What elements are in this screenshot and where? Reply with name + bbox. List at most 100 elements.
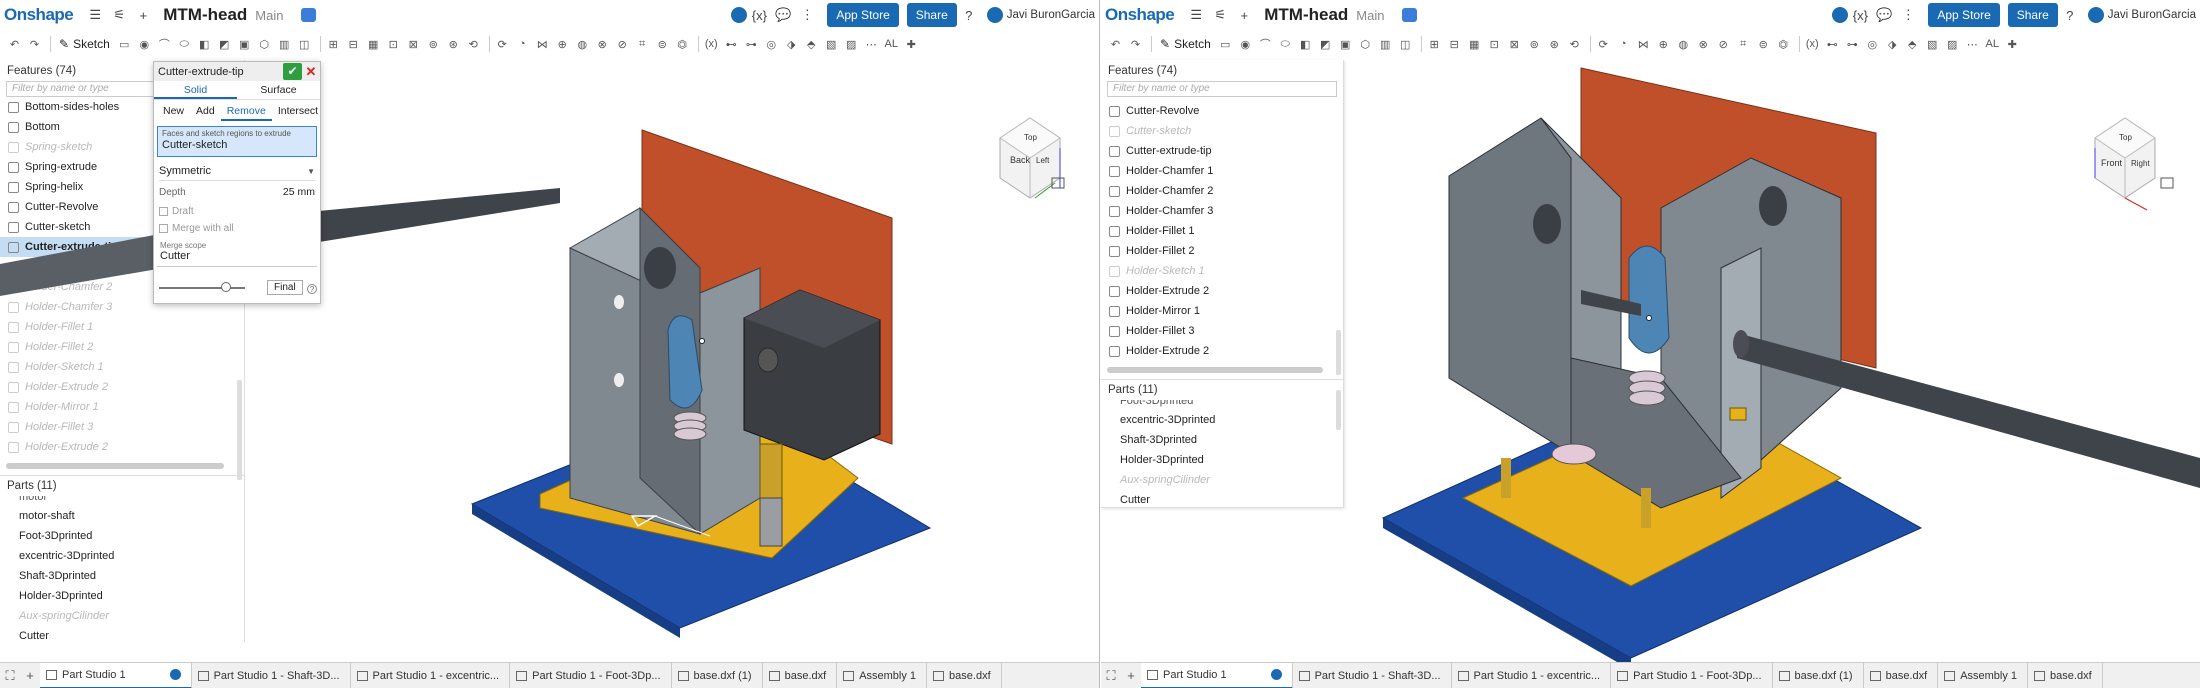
feature-tool-icon[interactable]: ◔ — [1615, 36, 1632, 53]
help-icon[interactable]: ? — [307, 284, 317, 294]
tab-surface[interactable]: Surface — [237, 83, 320, 99]
variable-icon[interactable]: {x} — [1852, 7, 1868, 23]
feature-tool-icon[interactable]: ⋈ — [534, 36, 551, 53]
redo-icon[interactable]: ↷ — [1127, 36, 1144, 53]
document-tab[interactable]: base.dxf — [763, 662, 838, 688]
feature-tool-icon[interactable]: ◩ — [216, 36, 233, 53]
document-tab[interactable]: base.dxf — [1864, 662, 1939, 688]
feature-tool-icon[interactable]: ◧ — [196, 36, 213, 53]
feature-tool-icon[interactable]: ◉ — [1237, 36, 1254, 53]
feature-tool-icon[interactable]: ⌒ — [156, 36, 173, 53]
user-menu[interactable]: Javi BuronGarcia — [2108, 9, 2196, 21]
feature-tool-icon[interactable]: ⋯ — [1964, 36, 1981, 53]
feature-tool-icon[interactable]: ⊶ — [1844, 36, 1861, 53]
add-tab-icon[interactable]: + — [1121, 668, 1141, 683]
feature-tool-icon[interactable]: ⊷ — [1824, 36, 1841, 53]
undo-icon[interactable]: ↶ — [1107, 36, 1124, 53]
feature-tool-icon[interactable]: ▧ — [1924, 36, 1941, 53]
version-graph-icon[interactable] — [1402, 8, 1418, 22]
feature-tool-icon[interactable]: ⊕ — [1655, 36, 1672, 53]
feature-tool-icon[interactable]: ◔ — [514, 36, 531, 53]
feature-tool-icon[interactable]: ⊷ — [723, 36, 740, 53]
feature-tool-icon[interactable]: ⊛ — [1546, 36, 1563, 53]
graphics-viewport[interactable]: Front Right Top — [1101, 58, 2200, 662]
feature-tool-icon[interactable]: ⋯ — [863, 36, 880, 53]
tab-solid[interactable]: Solid — [154, 83, 237, 99]
document-tab[interactable]: Assembly 1 — [1938, 662, 2029, 688]
feature-tool-icon[interactable]: ⊡ — [385, 36, 402, 53]
feature-tool-icon[interactable]: ◎ — [1864, 36, 1881, 53]
feature-tool-icon[interactable]: ⊞ — [325, 36, 342, 53]
share-button[interactable]: Share — [906, 3, 957, 27]
onshape-logo[interactable]: Onshape — [1105, 5, 1175, 25]
feature-tool-icon[interactable]: ⬗ — [1884, 36, 1901, 53]
notification-icon[interactable]: ⋮ — [1900, 7, 1916, 23]
redo-icon[interactable]: ↷ — [26, 36, 43, 53]
sketch-button[interactable]: ✎ Sketch — [59, 37, 110, 51]
comment-icon[interactable]: 💬 — [775, 7, 791, 23]
add-tab-icon[interactable]: + — [20, 668, 40, 683]
feature-tool-icon[interactable]: ⊗ — [594, 36, 611, 53]
notification-icon[interactable]: ⋮ — [799, 7, 815, 23]
document-tab[interactable]: base.dxf — [2028, 662, 2103, 688]
feature-tool-icon[interactable]: ⌗ — [634, 36, 651, 53]
feature-tool-icon[interactable]: ⊟ — [345, 36, 362, 53]
draft-checkbox[interactable] — [159, 207, 168, 216]
feature-tool-icon[interactable]: ⟳ — [1595, 36, 1612, 53]
feature-tool-icon[interactable]: ◍ — [574, 36, 591, 53]
feature-tool-icon[interactable]: ⊕ — [554, 36, 571, 53]
feature-tool-icon[interactable]: ⬗ — [783, 36, 800, 53]
feature-tool-icon[interactable]: ⟲ — [1566, 36, 1583, 53]
feature-tool-icon[interactable]: (x) — [1804, 36, 1821, 53]
document-tab[interactable]: Assembly 1 — [837, 662, 928, 688]
feature-tool-icon[interactable]: ⬘ — [803, 36, 820, 53]
slider-knob[interactable] — [221, 282, 231, 292]
feature-tool-icon[interactable]: (x) — [703, 36, 720, 53]
feature-tool-icon[interactable]: ⌗ — [1735, 36, 1752, 53]
onshape-logo[interactable]: Onshape — [4, 5, 74, 25]
feature-tool-icon[interactable]: ⬘ — [1904, 36, 1921, 53]
feature-tool-icon[interactable]: ⊡ — [1486, 36, 1503, 53]
feature-tool-icon[interactable]: ▨ — [843, 36, 860, 53]
feature-tool-icon[interactable]: ▭ — [116, 36, 133, 53]
document-title[interactable]: MTM-head — [1264, 5, 1348, 25]
feature-tool-icon[interactable]: ⊘ — [1715, 36, 1732, 53]
feature-tool-icon[interactable]: ⬡ — [1357, 36, 1374, 53]
rollback-slider[interactable] — [159, 282, 245, 292]
feature-tool-icon[interactable]: ⊜ — [654, 36, 671, 53]
feature-tool-icon[interactable]: ⬭ — [1277, 36, 1294, 53]
feature-tool-icon[interactable]: ⊚ — [425, 36, 442, 53]
tab-manager-icon[interactable]: ⛶ — [0, 668, 20, 684]
follow-user-icon[interactable] — [1832, 7, 1849, 23]
feature-tool-icon[interactable]: ▦ — [365, 36, 382, 53]
feature-tool-icon[interactable]: ◩ — [1317, 36, 1334, 53]
feature-tool-icon[interactable]: ▥ — [276, 36, 293, 53]
document-tab[interactable]: Part Studio 1 - excentric... — [1452, 662, 1612, 688]
op-intersect[interactable]: Intersect — [272, 103, 324, 121]
check-icon[interactable]: ✔ — [283, 63, 302, 80]
feature-tool-icon[interactable]: ⊗ — [1695, 36, 1712, 53]
depth-field[interactable]: Depth 25 mm — [159, 186, 315, 198]
document-tab[interactable]: Part Studio 1 - Foot-3Dp... — [510, 662, 672, 688]
end-type-select[interactable]: Symmetric ▼ — [159, 165, 315, 181]
feature-tool-icon[interactable]: ✚ — [903, 36, 920, 53]
feature-tool-icon[interactable]: ⌒ — [1257, 36, 1274, 53]
merge-all-checkbox[interactable] — [159, 224, 168, 233]
feature-tool-icon[interactable]: ▣ — [1337, 36, 1354, 53]
op-add[interactable]: Add — [190, 103, 221, 121]
feature-tool-icon[interactable]: ▭ — [1217, 36, 1234, 53]
feature-tool-icon[interactable]: ⋈ — [1635, 36, 1652, 53]
feature-tool-icon[interactable]: ◫ — [1397, 36, 1414, 53]
app-store-button[interactable]: App Store — [827, 3, 899, 27]
op-new[interactable]: New — [157, 103, 190, 121]
document-tab[interactable]: base.dxf (1) — [672, 662, 763, 688]
op-remove[interactable]: Remove — [220, 103, 272, 121]
feature-tool-icon[interactable]: ⬡ — [256, 36, 273, 53]
add-icon[interactable]: + — [1236, 7, 1252, 23]
undo-icon[interactable]: ↶ — [6, 36, 23, 53]
feature-tool-icon[interactable]: ◎ — [763, 36, 780, 53]
version-graph-icon[interactable] — [301, 8, 317, 22]
user-avatar[interactable] — [2087, 7, 2104, 23]
feature-tool-icon[interactable]: ▧ — [823, 36, 840, 53]
feature-tool-icon[interactable]: ⏣ — [674, 36, 691, 53]
